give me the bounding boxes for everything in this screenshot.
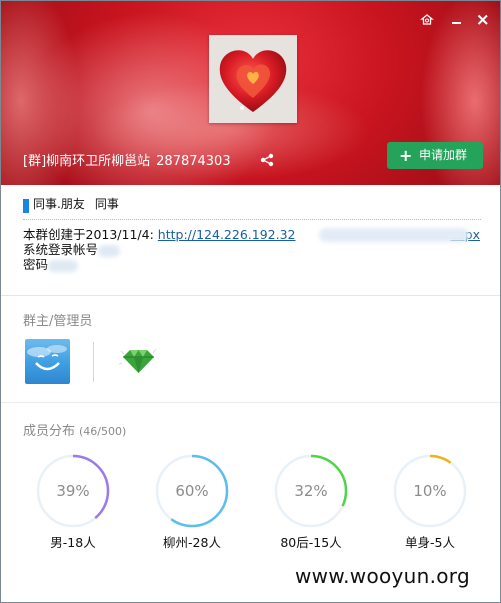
member-stat-label: 柳州-28人 [163, 535, 221, 550]
minimize-icon[interactable] [448, 11, 466, 29]
tag-marker [23, 199, 29, 213]
owner-avatar[interactable] [25, 339, 70, 384]
redacted-password [48, 259, 79, 272]
section-divider [1, 295, 500, 296]
join-group-button[interactable]: + 申请加群 [387, 142, 483, 169]
member-stat-percent: 39% [56, 482, 90, 500]
member-stat-percent: 32% [294, 482, 328, 500]
skin-icon[interactable] [418, 11, 436, 29]
member-stat-percent: 10% [413, 482, 447, 500]
member-stat-label: 80后-15人 [280, 535, 342, 550]
group-avatar[interactable] [209, 35, 297, 123]
redacted-account [98, 244, 121, 257]
header-banner: [群]柳南环卫所柳邕站 287874303 + 申请加群 [1, 1, 500, 185]
admins-title: 群主/管理员 [23, 314, 93, 329]
member-stat-ring: 32% [273, 453, 349, 529]
group-tags: 同事.朋友 同事 [33, 195, 129, 212]
share-icon[interactable] [260, 152, 274, 167]
watermark: www.wooyun.org [295, 564, 470, 588]
group-card-window: [群]柳南环卫所柳邕站 287874303 + 申请加群 同事.朋友 同事 本群创建… [0, 0, 501, 603]
member-stat-percent: 60% [175, 482, 209, 500]
intro-password: 密码 [23, 257, 49, 272]
group-id: 287874303 [156, 154, 231, 169]
members-title: 成员分布 (46/500) [23, 420, 126, 439]
group-intro: 本群创建于2013/11/4: http://124.226.192.32asp… [23, 227, 483, 272]
close-icon[interactable] [474, 11, 492, 29]
plus-icon: + [399, 146, 413, 165]
tag-item: 同事.朋友 [33, 197, 85, 211]
group-title: [群]柳南环卫所柳邕站 287874303 [23, 150, 231, 169]
admin-separator [93, 342, 94, 382]
member-stat-ring: 60% [154, 453, 230, 529]
intro-created: 本群创建于2013/11/4: [23, 227, 154, 242]
tag-item: 同事 [94, 197, 119, 211]
members-count: (46/500) [79, 425, 127, 438]
member-stat-ring: 39% [35, 453, 111, 529]
intro-account: 系统登录帐号 [23, 242, 99, 257]
member-stat-label: 男-18人 [50, 535, 96, 550]
join-group-label: 申请加群 [419, 148, 468, 162]
members-title-text: 成员分布 [23, 424, 76, 439]
member-stat-ring: 10% [392, 453, 468, 529]
admin-avatar[interactable] [116, 339, 161, 384]
group-name: [群]柳南环卫所柳邕站 [23, 154, 151, 169]
section-divider [1, 402, 500, 403]
dotted-divider [23, 219, 481, 220]
redacted-url [319, 228, 469, 242]
member-stat-label: 单身-5人 [405, 535, 455, 550]
